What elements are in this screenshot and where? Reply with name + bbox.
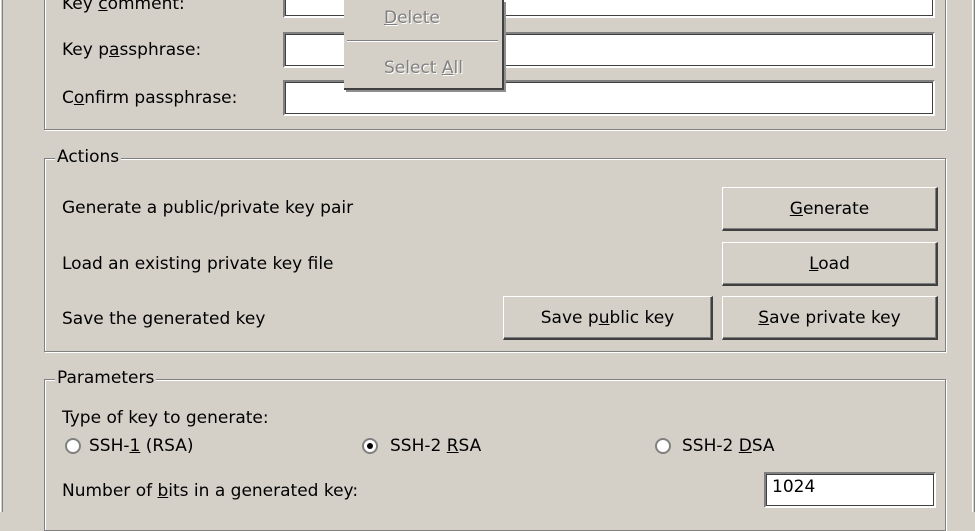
key-comment-value: rsa-ke — [291, 0, 343, 5]
context-menu-select-all[interactable]: Select All — [384, 58, 463, 78]
load-description: Load an existing private key file — [62, 254, 334, 274]
key-comment-label: Key comment: — [62, 0, 185, 14]
context-menu: Delete Select All — [344, 0, 504, 90]
actions-legend: Actions — [55, 147, 122, 167]
radio-ssh1-rsa[interactable] — [65, 438, 81, 454]
generate-description: Generate a public/private key pair — [62, 198, 354, 218]
confirm-passphrase-label: Confirm passphrase: — [62, 88, 238, 108]
radio-ssh2-rsa-label: SSH-2 RSA — [390, 436, 482, 456]
radio-ssh2-dsa-label: SSH-2 DSA — [682, 436, 775, 456]
save-public-key-button[interactable]: Save public key — [503, 296, 713, 340]
key-passphrase-label: Key passphrase: — [62, 40, 202, 60]
radio-ssh2-rsa[interactable] — [362, 438, 378, 454]
context-menu-separator — [347, 40, 498, 42]
parameters-legend: Parameters — [55, 368, 157, 388]
bits-label: Number of bits in a generated key: — [62, 481, 359, 501]
radio-ssh1-rsa-label: SSH-1 (RSA) — [89, 436, 194, 456]
radio-ssh2-dsa[interactable] — [655, 438, 671, 454]
save-description: Save the generated key — [62, 309, 266, 329]
window-border-left — [0, 0, 3, 512]
save-private-key-button[interactable]: Save private key — [722, 296, 938, 340]
context-menu-delete[interactable]: Delete — [384, 8, 440, 28]
generate-button[interactable]: Generate — [722, 187, 938, 231]
key-type-label: Type of key to generate: — [62, 408, 269, 428]
load-button[interactable]: Load — [722, 242, 938, 286]
bits-input[interactable]: 1024 — [764, 472, 936, 508]
radio-selected-dot — [367, 443, 373, 449]
bits-value: 1024 — [772, 477, 816, 497]
